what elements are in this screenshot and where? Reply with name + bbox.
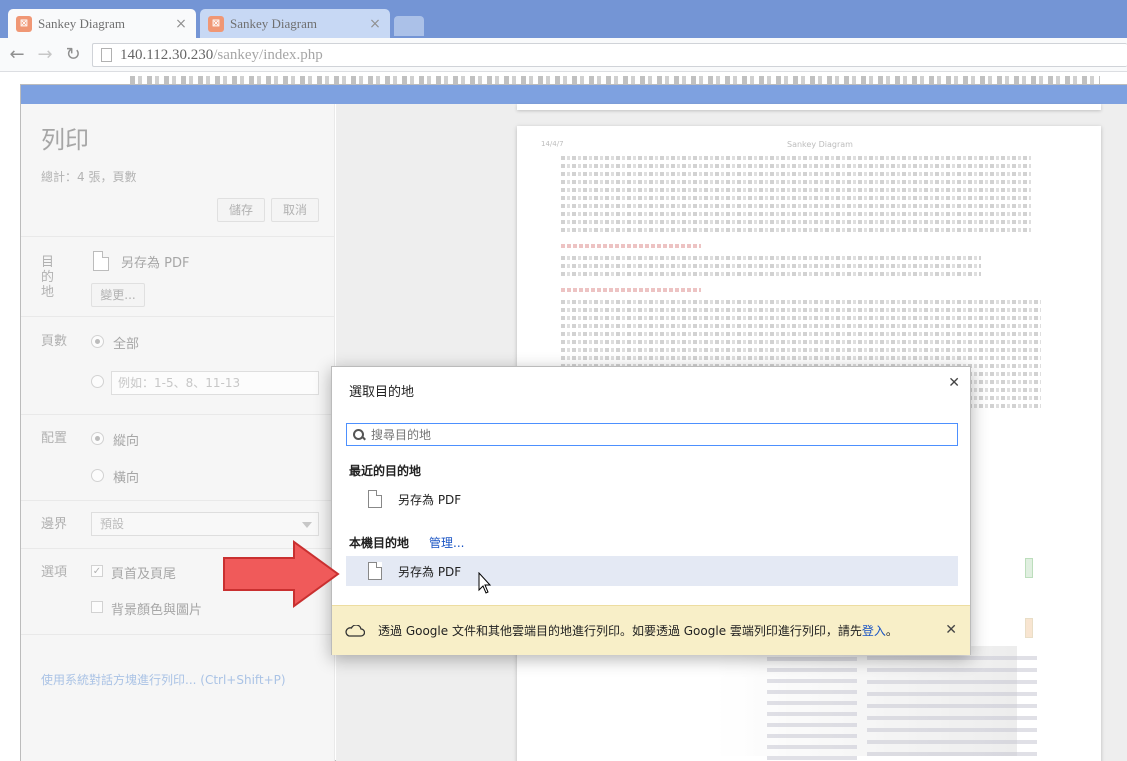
- cloud-message: 透過 Google 文件和其他雲端目的地進行列印。如要透過 Google 雲端列…: [378, 624, 898, 638]
- search-box[interactable]: [346, 423, 958, 446]
- pdf-file-icon: [368, 490, 382, 508]
- manage-link[interactable]: 管理...: [429, 534, 464, 551]
- search-icon: [353, 428, 365, 441]
- cloud-icon: [345, 624, 365, 637]
- local-destination-item[interactable]: 另存為 PDF: [346, 556, 958, 586]
- cloud-print-bar: 透過 Google 文件和其他雲端目的地進行列印。如要透過 Google 雲端列…: [332, 605, 970, 655]
- local-heading: 本機目的地: [349, 536, 410, 550]
- login-link[interactable]: 登入: [862, 624, 886, 638]
- dialog-title: 選取目的地: [349, 385, 415, 400]
- cursor-icon: [478, 572, 492, 594]
- close-icon[interactable]: ✕: [945, 622, 957, 638]
- local-destination-label: 另存為 PDF: [398, 564, 462, 579]
- close-icon[interactable]: ✕: [948, 375, 960, 391]
- recent-destination-item[interactable]: 另存為 PDF: [346, 484, 958, 514]
- search-input[interactable]: [371, 427, 957, 442]
- recent-destination-label: 另存為 PDF: [398, 492, 462, 507]
- destination-dialog: 選取目的地 ✕ 最近的目的地 另存為 PDF 本機目的地 管理... 另存為 P…: [331, 366, 971, 655]
- arrow-icon: [223, 540, 340, 608]
- pdf-file-icon: [368, 562, 382, 580]
- recent-heading: 最近的目的地: [349, 464, 422, 478]
